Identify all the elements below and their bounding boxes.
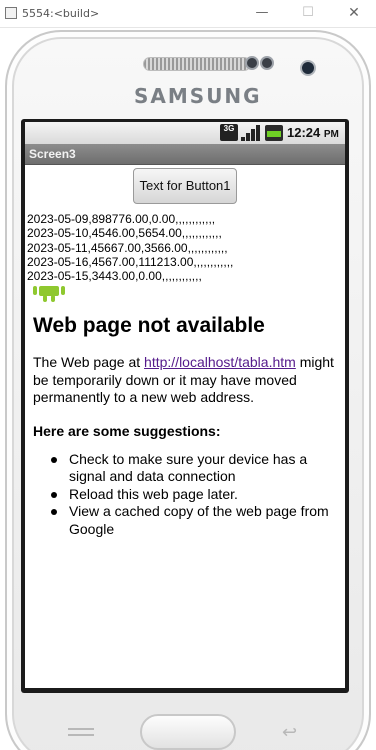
maximize-button[interactable]: ☐ xyxy=(297,4,319,22)
brand-logo: SAMSUNG xyxy=(134,84,262,108)
battery-icon xyxy=(265,125,283,141)
data-line: 2023-05-11,45667.00,3566.00,,,,,,,,,,,, xyxy=(27,240,228,255)
webview: Web page not available The Web page at h… xyxy=(33,312,338,538)
window-title: 5554:<build> xyxy=(22,7,100,20)
window-titlebar: 5554:<build> — ☐ ✕ xyxy=(0,0,376,28)
data-line: 2023-05-16,4567.00,111213.00,,,,,,,,,,,, xyxy=(27,254,234,269)
data-line: 2023-05-09,898776.00,0.00,,,,,,,,,,,, xyxy=(27,212,216,226)
network-3g-icon: 3G xyxy=(220,124,238,141)
data-line: 2023-05-15,3443.00,0.00,,,,,,,,,,,, xyxy=(27,269,202,284)
close-button[interactable]: ✕ xyxy=(343,4,365,22)
app-title-bar: Screen3 xyxy=(25,144,345,165)
suggestions-heading: Here are some suggestions: xyxy=(33,422,221,439)
screen-title: Screen3 xyxy=(29,147,76,161)
suggestion-item: View a cached copy of the web page from … xyxy=(51,503,338,538)
clock: 12:24 PM xyxy=(287,125,339,140)
suggestion-item: Check to make sure your device has a sig… xyxy=(51,451,338,486)
earpiece-speaker xyxy=(143,57,251,71)
light-sensor xyxy=(260,56,274,70)
suggestions-list: Check to make sure your device has a sig… xyxy=(33,451,338,539)
clock-time: 12:24 xyxy=(287,125,321,140)
proximity-sensor xyxy=(245,56,259,70)
menu-key-icon[interactable] xyxy=(68,724,94,744)
signal-icon xyxy=(241,125,261,141)
url-link[interactable]: http://localhost/tabla.htm xyxy=(144,354,296,370)
app-window-icon xyxy=(5,7,17,19)
status-bar: 3G 12:24 PM xyxy=(25,122,345,144)
home-key-icon[interactable] xyxy=(140,714,236,750)
suggestion-item: Reload this web page later. xyxy=(51,486,338,504)
data-line: 2023-05-10,4546.00,5654.00,,,,,,,,,,,, xyxy=(27,226,222,241)
page-title: Web page not available xyxy=(33,314,265,337)
error-paragraph: The Web page at http://localhost/tabla.h… xyxy=(33,354,338,407)
device-screen: 3G 12:24 PM Screen3 Text for Button1 202… xyxy=(25,122,345,688)
back-key-icon[interactable]: ↩ xyxy=(282,722,297,743)
minimize-button[interactable]: — xyxy=(251,4,273,22)
front-camera xyxy=(300,60,316,76)
clock-ampm: PM xyxy=(323,129,339,140)
data-label: 2023-05-09,898776.00,0.00,,,,,,,,,,,, 20… xyxy=(27,212,345,283)
button1[interactable]: Text for Button1 xyxy=(133,168,237,204)
error-text-prefix: The Web page at xyxy=(33,354,145,370)
android-icon xyxy=(33,286,65,302)
